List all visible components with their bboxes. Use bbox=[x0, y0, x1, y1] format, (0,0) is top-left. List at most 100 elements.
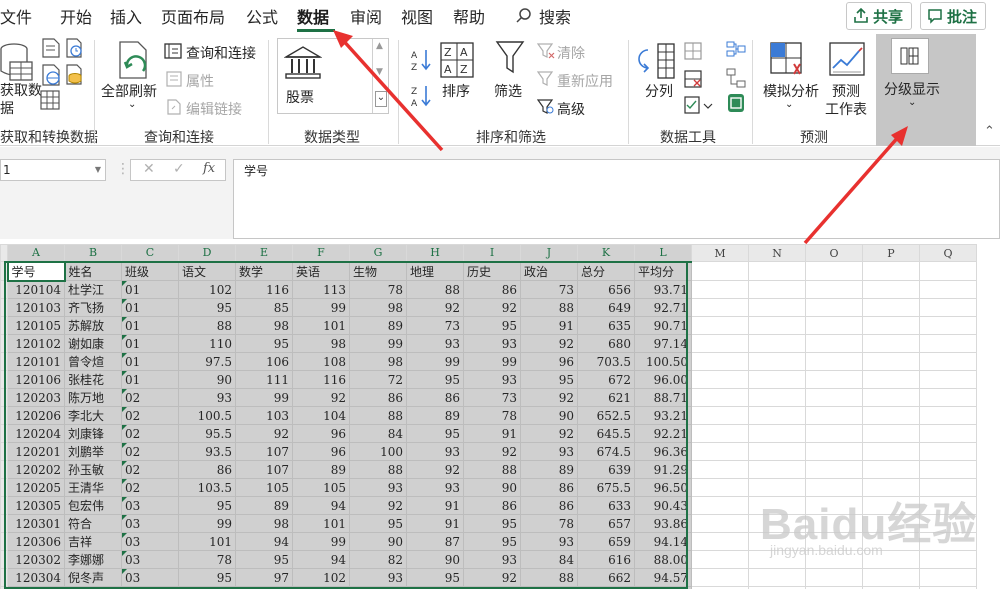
gallery-more-icon[interactable]: ⌄ bbox=[375, 91, 387, 107]
cell[interactable]: 90.43 bbox=[634, 496, 692, 516]
cell[interactable]: 王清华 bbox=[64, 478, 122, 498]
empty-cell[interactable] bbox=[748, 261, 806, 282]
empty-cell[interactable] bbox=[919, 334, 977, 354]
cell[interactable]: 96.00 bbox=[634, 370, 692, 390]
cell[interactable]: 88 bbox=[463, 460, 521, 480]
cell[interactable]: 88 bbox=[349, 406, 407, 426]
cell[interactable]: 86 bbox=[520, 496, 578, 516]
cell[interactable]: 98 bbox=[349, 352, 407, 372]
cell[interactable]: 86 bbox=[178, 460, 236, 480]
cell[interactable]: 93.5 bbox=[178, 442, 236, 462]
column-header-o[interactable]: O bbox=[805, 244, 863, 263]
cell[interactable]: 政治 bbox=[520, 261, 578, 282]
cell[interactable]: 120106 bbox=[7, 370, 65, 390]
tab-insert[interactable]: 插入 bbox=[110, 4, 142, 28]
formula-input[interactable]: 学号 bbox=[233, 159, 1000, 239]
cell[interactable]: 93 bbox=[520, 442, 578, 462]
cell[interactable]: 103.5 bbox=[178, 478, 236, 498]
empty-cell[interactable] bbox=[691, 478, 749, 498]
cell[interactable]: 03 bbox=[121, 568, 179, 588]
empty-cell[interactable] bbox=[919, 424, 977, 444]
cell[interactable]: 662 bbox=[577, 568, 635, 588]
cell[interactable]: 120302 bbox=[7, 550, 65, 570]
cell[interactable]: 94 bbox=[292, 496, 350, 516]
empty-cell[interactable] bbox=[862, 424, 920, 444]
cell[interactable]: 120205 bbox=[7, 478, 65, 498]
share-button[interactable]: 共享 bbox=[846, 2, 912, 30]
column-header-h[interactable]: H bbox=[406, 244, 464, 263]
cell[interactable]: 672 bbox=[577, 370, 635, 390]
cell[interactable]: 89 bbox=[292, 460, 350, 480]
outline-button[interactable]: 分级显示 ⌄ bbox=[876, 34, 976, 146]
tab-formulas[interactable]: 公式 bbox=[246, 4, 278, 28]
cell[interactable]: 120204 bbox=[7, 424, 65, 444]
row-header[interactable] bbox=[0, 334, 8, 354]
cell[interactable]: 103 bbox=[235, 406, 293, 426]
cell[interactable]: 89 bbox=[349, 316, 407, 336]
cell[interactable]: 102 bbox=[292, 568, 350, 588]
cell[interactable]: 87 bbox=[406, 532, 464, 552]
cell[interactable]: 90 bbox=[349, 532, 407, 552]
cell[interactable]: 01 bbox=[121, 352, 179, 372]
cell[interactable]: 111 bbox=[235, 370, 293, 390]
cell[interactable]: 91 bbox=[520, 316, 578, 336]
cell[interactable]: 101 bbox=[292, 514, 350, 534]
tab-help[interactable]: 帮助 bbox=[453, 4, 485, 28]
cell[interactable]: 98 bbox=[292, 334, 350, 354]
cell[interactable]: 英语 bbox=[292, 261, 350, 282]
empty-cell[interactable] bbox=[691, 550, 749, 570]
cell[interactable]: 97.14 bbox=[634, 334, 692, 354]
cell[interactable]: 120202 bbox=[7, 460, 65, 480]
empty-cell[interactable] bbox=[748, 370, 806, 390]
cell[interactable]: 吉祥 bbox=[64, 532, 122, 552]
empty-cell[interactable] bbox=[862, 334, 920, 354]
cell[interactable]: 03 bbox=[121, 514, 179, 534]
cell[interactable]: 110 bbox=[178, 334, 236, 354]
empty-cell[interactable] bbox=[919, 352, 977, 372]
cell[interactable]: 平均分 bbox=[634, 261, 692, 282]
cell[interactable]: 78 bbox=[178, 550, 236, 570]
cell[interactable]: 621 bbox=[577, 388, 635, 408]
cell[interactable]: 93 bbox=[463, 334, 521, 354]
cell[interactable]: 地理 bbox=[406, 261, 464, 282]
column-header-p[interactable]: P bbox=[862, 244, 920, 263]
cell[interactable]: 93 bbox=[406, 442, 464, 462]
cell[interactable]: 02 bbox=[121, 406, 179, 426]
cell[interactable]: 92.71 bbox=[634, 298, 692, 318]
tab-file[interactable]: 文件 bbox=[0, 4, 32, 28]
cell[interactable]: 84 bbox=[520, 550, 578, 570]
cell[interactable]: 100.5 bbox=[178, 406, 236, 426]
cell[interactable]: 93 bbox=[463, 370, 521, 390]
recent-sources-icon[interactable] bbox=[64, 38, 84, 58]
empty-cell[interactable] bbox=[862, 388, 920, 408]
cell[interactable]: 95.5 bbox=[178, 424, 236, 444]
cell[interactable]: 03 bbox=[121, 550, 179, 570]
cell[interactable]: 95 bbox=[406, 568, 464, 588]
empty-cell[interactable] bbox=[919, 388, 977, 408]
cell[interactable]: 刘鹏举 bbox=[64, 442, 122, 462]
cell[interactable]: 105 bbox=[292, 478, 350, 498]
empty-cell[interactable] bbox=[805, 298, 863, 318]
cell[interactable]: 齐飞扬 bbox=[64, 298, 122, 318]
cell[interactable]: 93 bbox=[349, 568, 407, 588]
cell[interactable]: 总分 bbox=[577, 261, 635, 282]
cell[interactable]: 99 bbox=[463, 352, 521, 372]
cell[interactable]: 02 bbox=[121, 388, 179, 408]
cell[interactable]: 674.5 bbox=[577, 442, 635, 462]
cell[interactable]: 倪冬声 bbox=[64, 568, 122, 588]
cell[interactable]: 89 bbox=[406, 406, 464, 426]
row-header[interactable] bbox=[0, 370, 8, 390]
empty-cell[interactable] bbox=[862, 442, 920, 462]
cell[interactable]: 94 bbox=[235, 532, 293, 552]
cell[interactable]: 95 bbox=[178, 496, 236, 516]
row-header[interactable] bbox=[0, 316, 8, 336]
tab-home[interactable]: 开始 bbox=[60, 4, 92, 28]
cell[interactable]: 92 bbox=[520, 424, 578, 444]
cell[interactable]: 符合 bbox=[64, 514, 122, 534]
existing-connections-icon[interactable] bbox=[64, 64, 84, 86]
cell[interactable]: 02 bbox=[121, 460, 179, 480]
empty-cell[interactable] bbox=[691, 352, 749, 372]
cell[interactable]: 96 bbox=[520, 352, 578, 372]
cell[interactable]: 01 bbox=[121, 370, 179, 390]
empty-cell[interactable] bbox=[805, 568, 863, 588]
